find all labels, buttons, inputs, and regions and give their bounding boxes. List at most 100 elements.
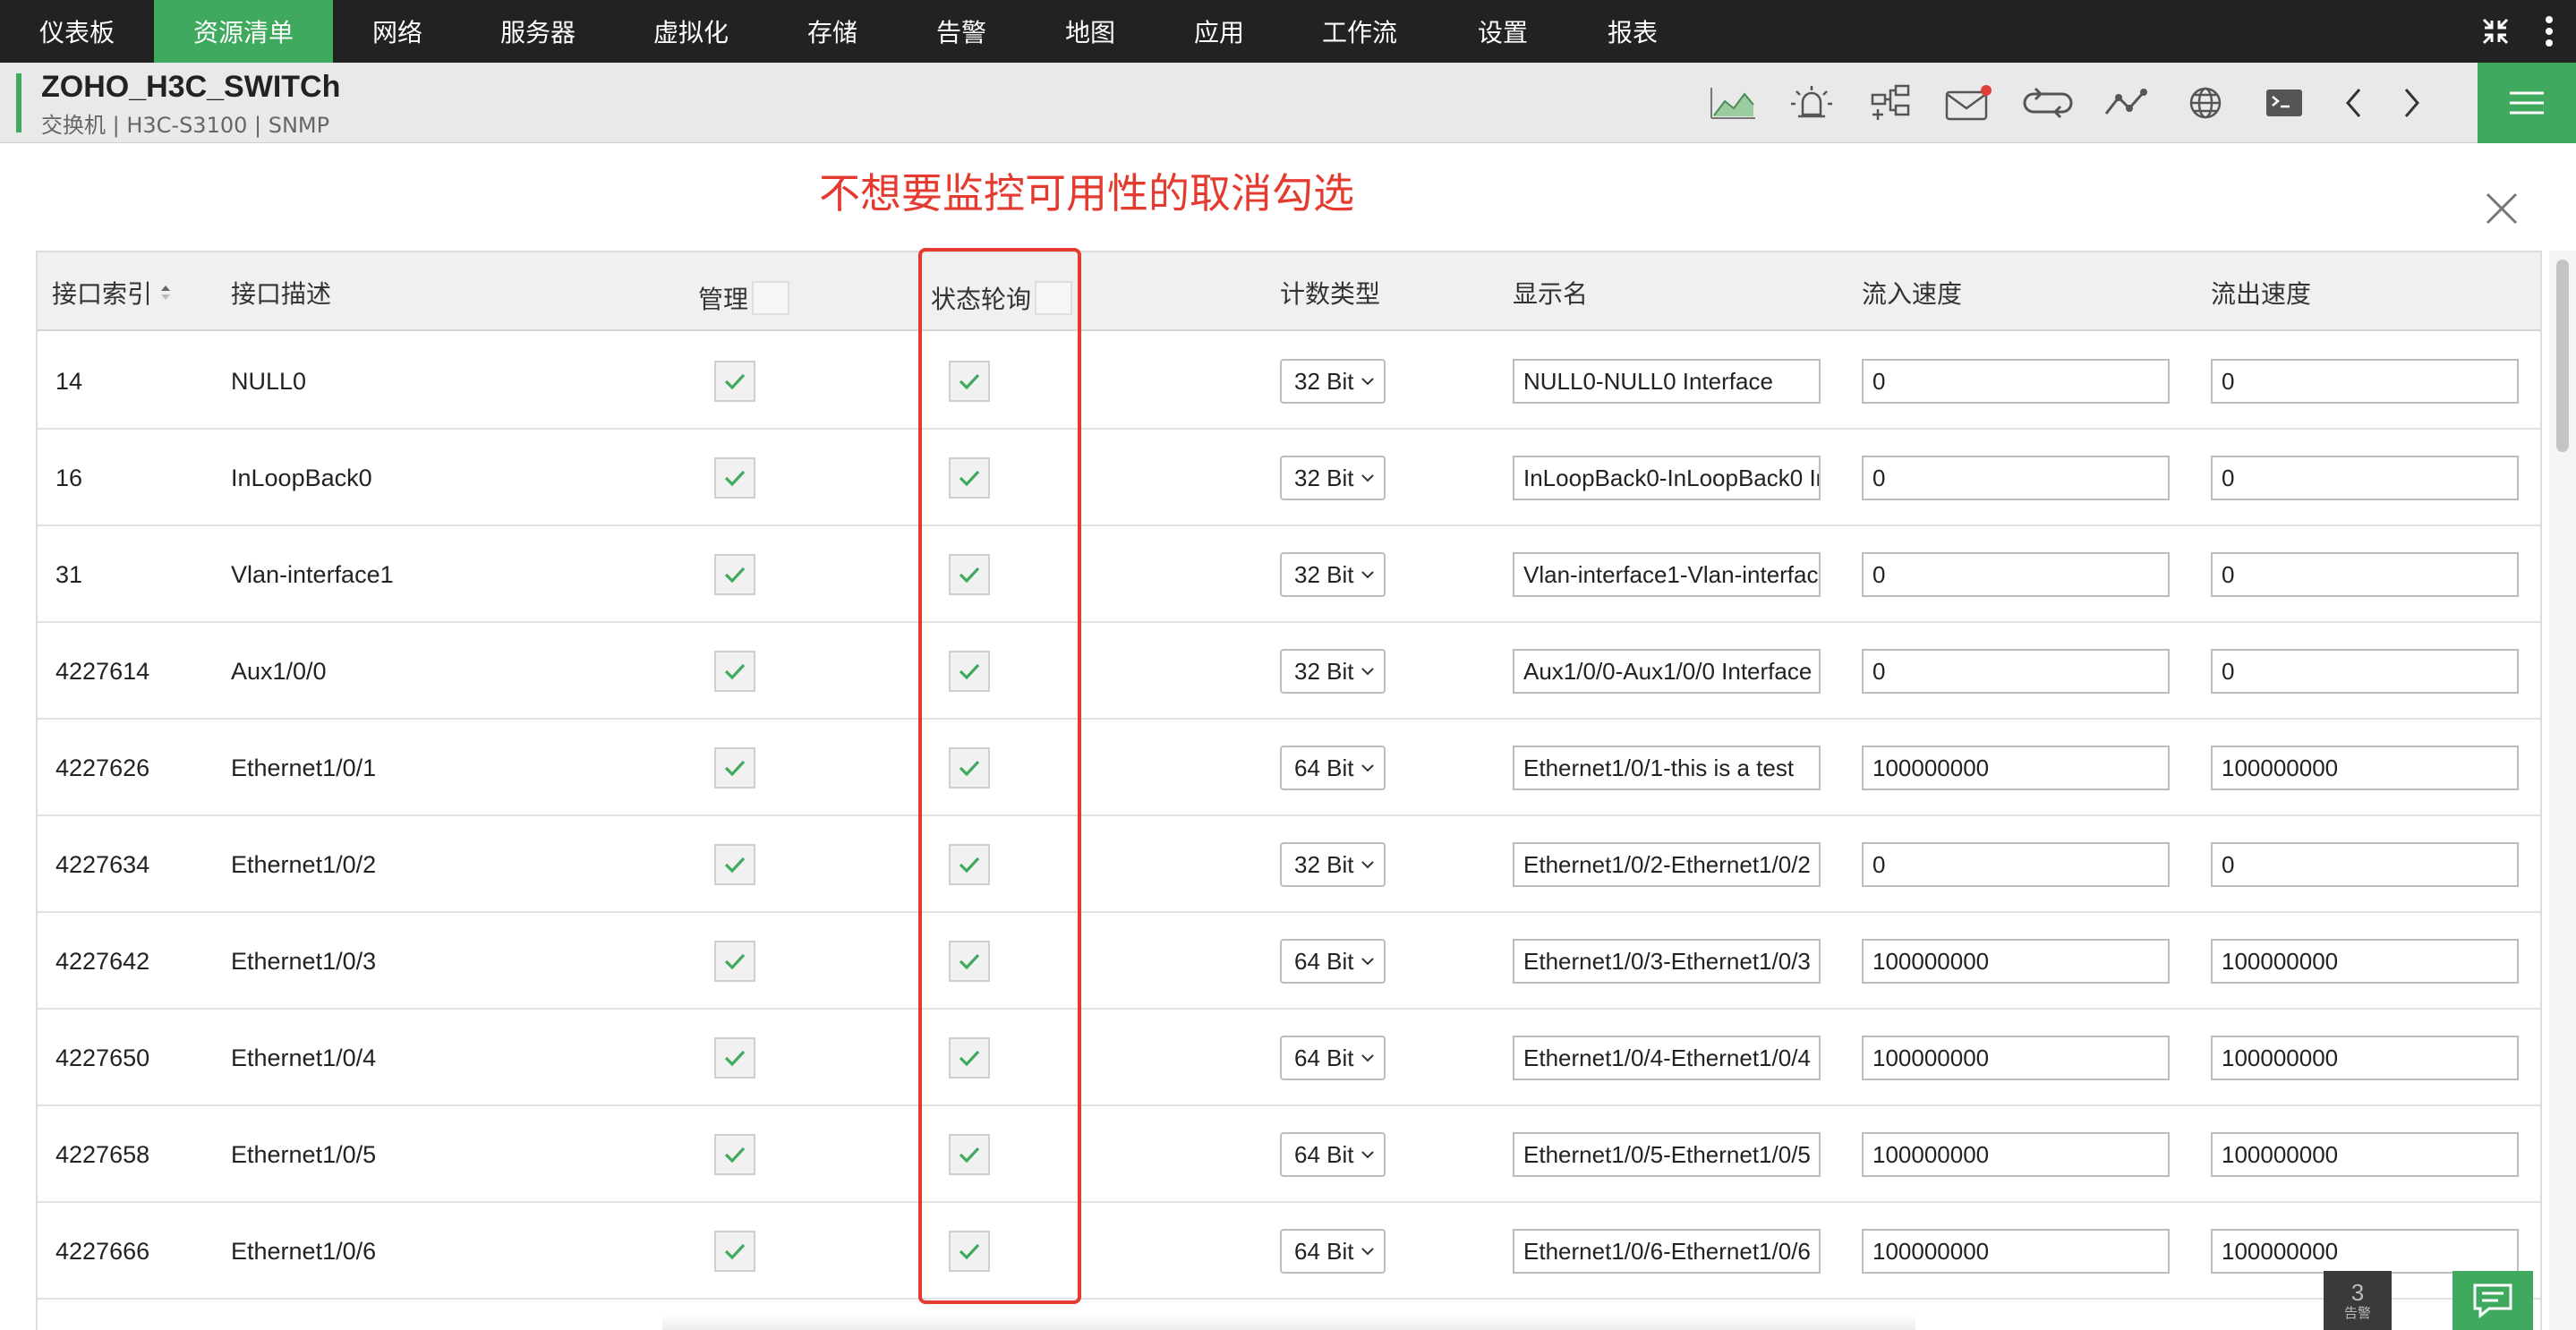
out-speed-input[interactable]: 0 xyxy=(2211,456,2519,500)
out-speed-input[interactable]: 0 xyxy=(2211,359,2519,404)
alarm-bell-icon[interactable] xyxy=(1772,63,1851,143)
nav-storage[interactable]: 存储 xyxy=(768,0,897,63)
out-speed-input[interactable]: 100000000 xyxy=(2211,1036,2519,1080)
close-icon[interactable] xyxy=(2479,186,2524,231)
scrollbar-thumb[interactable] xyxy=(2556,260,2569,452)
nav-apps[interactable]: 应用 xyxy=(1155,0,1284,63)
status-poll-checkbox[interactable] xyxy=(949,554,990,595)
status-poll-cell xyxy=(949,816,990,913)
in-speed-input[interactable]: 100000000 xyxy=(1862,1229,2170,1274)
counter-type-select[interactable]: 64 Bit xyxy=(1280,1229,1386,1274)
status-poll-select-all[interactable] xyxy=(1035,281,1073,315)
manage-select-all[interactable] xyxy=(752,281,790,315)
nav-network[interactable]: 网络 xyxy=(333,0,462,63)
display-name-input[interactable]: Ethernet1/0/1-this is a test xyxy=(1513,746,1821,790)
counter-type-select[interactable]: 32 Bit xyxy=(1280,649,1386,694)
manage-checkbox[interactable] xyxy=(714,1231,755,1272)
out-speed-input[interactable]: 100000000 xyxy=(2211,1132,2519,1177)
status-poll-checkbox[interactable] xyxy=(949,1134,990,1175)
display-name-input[interactable]: Ethernet1/0/6-Ethernet1/0/6 xyxy=(1513,1229,1821,1274)
globe-icon[interactable] xyxy=(2166,63,2245,143)
alarm-count-badge[interactable]: 3 告警 xyxy=(2324,1271,2392,1330)
out-speed-input[interactable]: 100000000 xyxy=(2211,746,2519,790)
nav-settings[interactable]: 设置 xyxy=(1436,0,1570,63)
out-speed-input[interactable]: 0 xyxy=(2211,552,2519,597)
mail-icon[interactable] xyxy=(1930,63,2009,143)
status-poll-cell xyxy=(949,1203,990,1300)
in-speed-input[interactable]: 100000000 xyxy=(1862,1132,2170,1177)
interface-icon[interactable] xyxy=(1851,63,1930,143)
manage-checkbox[interactable] xyxy=(714,457,755,499)
status-poll-checkbox[interactable] xyxy=(949,1037,990,1078)
counter-type-select[interactable]: 64 Bit xyxy=(1280,939,1386,984)
nav-virtualization[interactable]: 虚拟化 xyxy=(614,0,768,63)
counter-type-select[interactable]: 32 Bit xyxy=(1280,552,1386,597)
out-speed-input[interactable]: 100000000 xyxy=(2211,1229,2519,1274)
in-speed-input[interactable]: 100000000 xyxy=(1862,939,2170,984)
in-speed-input[interactable]: 0 xyxy=(1862,359,2170,404)
graph-icon[interactable] xyxy=(1693,63,1772,143)
status-poll-checkbox[interactable] xyxy=(949,1231,990,1272)
status-poll-checkbox[interactable] xyxy=(949,747,990,789)
display-name-input[interactable]: Ethernet1/0/2-Ethernet1/0/2 xyxy=(1513,842,1821,887)
in-speed-input[interactable]: 100000000 xyxy=(1862,1036,2170,1080)
nav-dashboard[interactable]: 仪表板 xyxy=(0,0,154,63)
in-speed-input[interactable]: 0 xyxy=(1862,456,2170,500)
hamburger-menu-icon[interactable] xyxy=(2478,63,2576,143)
nav-alarms[interactable]: 告警 xyxy=(897,0,1026,63)
next-icon[interactable] xyxy=(2383,63,2442,143)
counter-type-select[interactable]: 64 Bit xyxy=(1280,746,1386,790)
nav-workflow[interactable]: 工作流 xyxy=(1284,0,1436,63)
counter-type-select[interactable]: 32 Bit xyxy=(1280,456,1386,500)
nav-inventory[interactable]: 资源清单 xyxy=(154,0,333,63)
status-poll-cell xyxy=(949,720,990,816)
counter-type-select[interactable]: 64 Bit xyxy=(1280,1036,1386,1080)
in-speed-input[interactable]: 100000000 xyxy=(1862,746,2170,790)
status-poll-checkbox[interactable] xyxy=(949,651,990,692)
out-speed-input[interactable]: 0 xyxy=(2211,842,2519,887)
in-speed-input[interactable]: 0 xyxy=(1862,649,2170,694)
trend-icon[interactable] xyxy=(2087,63,2166,143)
display-name-input[interactable]: NULL0-NULL0 Interface xyxy=(1513,359,1821,404)
status-poll-checkbox[interactable] xyxy=(949,941,990,982)
sort-icon[interactable] xyxy=(159,283,172,303)
manage-checkbox[interactable] xyxy=(714,554,755,595)
manage-checkbox[interactable] xyxy=(714,747,755,789)
header-index[interactable]: 接口索引 xyxy=(52,252,172,333)
check-icon xyxy=(958,856,981,874)
manage-checkbox[interactable] xyxy=(714,844,755,885)
out-speed-cell: 100000000 xyxy=(2211,913,2519,1010)
nav-servers[interactable]: 服务器 xyxy=(462,0,614,63)
counter-type-select[interactable]: 32 Bit xyxy=(1280,359,1386,404)
counter-type-select[interactable]: 64 Bit xyxy=(1280,1132,1386,1177)
nav-reports[interactable]: 报表 xyxy=(1570,0,1695,63)
terminal-icon[interactable] xyxy=(2245,63,2324,143)
previous-icon[interactable] xyxy=(2324,63,2383,143)
manage-checkbox[interactable] xyxy=(714,361,755,402)
link-icon[interactable] xyxy=(2009,63,2087,143)
out-speed-input[interactable]: 0 xyxy=(2211,649,2519,694)
manage-checkbox[interactable] xyxy=(714,1037,755,1078)
display-name-input[interactable]: Vlan-interface1-Vlan-interface1 Interfac… xyxy=(1513,552,1821,597)
in-speed-input[interactable]: 0 xyxy=(1862,552,2170,597)
in-speed-input[interactable]: 0 xyxy=(1862,842,2170,887)
interface-index: 4227614 xyxy=(55,657,150,685)
nav-maps[interactable]: 地图 xyxy=(1026,0,1155,63)
chat-icon[interactable] xyxy=(2452,1271,2533,1330)
status-poll-checkbox[interactable] xyxy=(949,361,990,402)
manage-checkbox[interactable] xyxy=(714,651,755,692)
out-speed-input[interactable]: 100000000 xyxy=(2211,939,2519,984)
collapse-arrows-icon[interactable] xyxy=(2469,0,2522,63)
status-poll-checkbox[interactable] xyxy=(949,844,990,885)
more-vertical-icon[interactable] xyxy=(2522,0,2576,63)
display-name-input[interactable]: Ethernet1/0/3-Ethernet1/0/3 xyxy=(1513,939,1821,984)
manage-checkbox[interactable] xyxy=(714,941,755,982)
display-name-input[interactable]: InLoopBack0-InLoopBack0 Interface xyxy=(1513,456,1821,500)
vertical-scrollbar[interactable] xyxy=(2549,251,2576,1330)
display-name-input[interactable]: Aux1/0/0-Aux1/0/0 Interface xyxy=(1513,649,1821,694)
counter-type-select[interactable]: 32 Bit xyxy=(1280,842,1386,887)
manage-checkbox[interactable] xyxy=(714,1134,755,1175)
status-poll-checkbox[interactable] xyxy=(949,457,990,499)
display-name-input[interactable]: Ethernet1/0/4-Ethernet1/0/4 xyxy=(1513,1036,1821,1080)
display-name-input[interactable]: Ethernet1/0/5-Ethernet1/0/5 xyxy=(1513,1132,1821,1177)
